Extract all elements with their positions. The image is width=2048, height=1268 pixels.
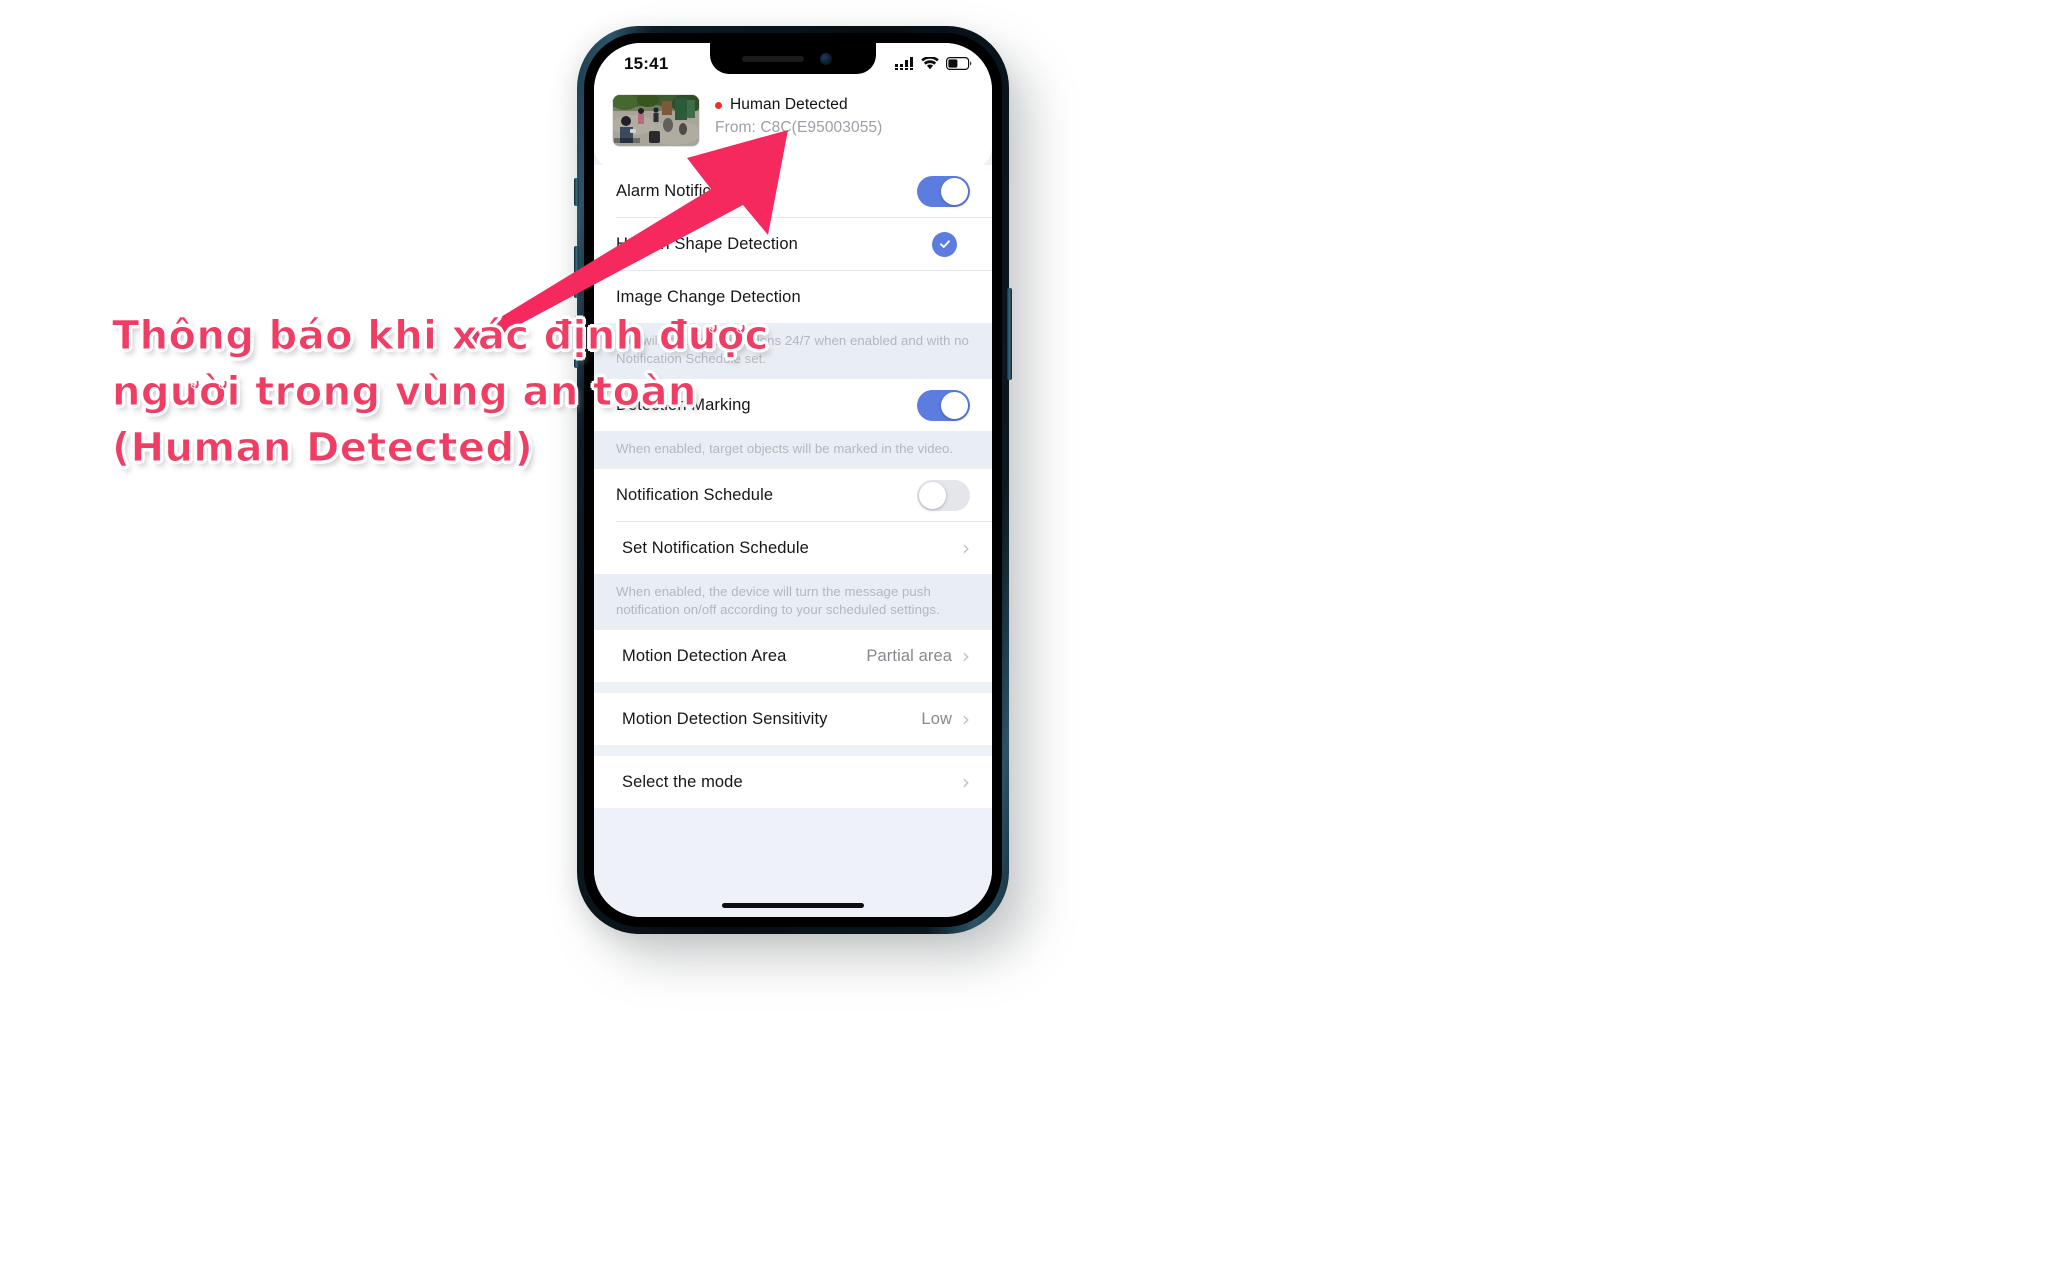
notification-status-dot <box>715 101 722 109</box>
annotation-callout: Thông báo khi xác định được người trong … <box>112 308 769 476</box>
detection-marking-toggle[interactable] <box>917 389 970 421</box>
settings-row-label: Motion Detection Sensitivity <box>622 709 828 728</box>
settings-row-label: Notification Schedule <box>616 485 774 504</box>
settings-group: Select the mode › <box>594 756 992 808</box>
settings-note-3: When enabled, the device will turn the m… <box>594 574 992 630</box>
checkmark-icon <box>939 240 950 248</box>
toggle-knob <box>941 391 968 419</box>
toggle-knob <box>919 481 946 509</box>
settings-row-human-shape-detection[interactable]: Human Shape Detection <box>594 218 992 270</box>
settings-list: Alarm Notification Human Shape Detection <box>594 165 992 917</box>
settings-group: Notification Schedule Set Notification S… <box>594 469 992 574</box>
snapshot-image <box>613 95 699 146</box>
settings-row-label: Motion Detection Area <box>622 646 787 665</box>
settings-group: Alarm Notification Human Shape Detection <box>594 165 992 323</box>
camera-snapshot-thumbnail[interactable] <box>613 95 699 146</box>
settings-row-label: Select the mode <box>622 772 743 791</box>
settings-row-motion-detection-area[interactable]: Motion Detection Area Partial area › <box>594 630 992 682</box>
settings-row-value: Low <box>921 709 952 728</box>
notification-banner[interactable]: Human Detected From: C8C(E95003055) <box>594 89 992 169</box>
notification-text: Human Detected From: C8C(E95003055) <box>715 93 882 137</box>
status-bar-clock: 15:41 <box>624 54 669 73</box>
notification-subtitle: From: C8C(E95003055) <box>715 119 883 136</box>
phone-notch <box>710 43 876 74</box>
phone-screen: 15:41 Human Detected From: C8C(E95003055… <box>594 43 992 917</box>
phone-bezel: 15:41 Human Detected From: C8C(E95003055… <box>584 33 1002 927</box>
settings-row-value: Partial area <box>866 646 952 665</box>
front-camera-icon <box>820 53 832 65</box>
settings-row-select-the-mode[interactable]: Select the mode › <box>594 756 992 808</box>
notification-schedule-toggle[interactable] <box>917 479 970 511</box>
volume-up-button[interactable] <box>574 246 579 298</box>
chevron-right-icon: › <box>962 644 970 668</box>
annotation-line-1: Thông báo khi xác định được <box>112 313 769 360</box>
settings-row-label: Set Notification Schedule <box>622 538 809 557</box>
phone-device: 15:41 Human Detected From: C8C(E95003055… <box>577 26 1009 934</box>
battery-icon <box>946 57 972 70</box>
chevron-right-icon: › <box>962 770 970 794</box>
human-shape-detection-checkbox[interactable] <box>932 231 957 257</box>
status-bar-icons <box>895 57 972 70</box>
group-gap <box>594 745 992 756</box>
settings-row-label: Image Change Detection <box>616 287 801 306</box>
wifi-icon <box>921 57 939 70</box>
home-indicator[interactable] <box>722 903 864 908</box>
earpiece-speaker-icon <box>742 56 804 62</box>
toggle-knob <box>941 177 968 205</box>
cellular-signal-icon <box>895 57 913 70</box>
settings-row-notification-schedule[interactable]: Notification Schedule <box>594 469 992 521</box>
settings-row-motion-detection-sensitivity[interactable]: Motion Detection Sensitivity Low › <box>594 693 992 745</box>
silent-switch-button[interactable] <box>574 178 579 206</box>
annotation-line-3: (Human Detected) <box>112 425 534 472</box>
annotation-line-2: người trong vùng an toàn <box>112 369 697 416</box>
power-button[interactable] <box>1007 288 1012 380</box>
settings-row-alarm-notification[interactable]: Alarm Notification <box>594 165 992 217</box>
group-gap <box>594 682 992 693</box>
settings-row-label: Alarm Notification <box>616 181 748 200</box>
notification-title: Human Detected <box>730 96 848 113</box>
alarm-notification-toggle[interactable] <box>917 175 970 207</box>
chevron-right-icon: › <box>962 536 970 560</box>
settings-group: Motion Detection Sensitivity Low › <box>594 693 992 745</box>
settings-row-set-notification-schedule[interactable]: Set Notification Schedule › <box>594 522 992 574</box>
chevron-right-icon: › <box>962 707 970 731</box>
settings-row-label: Human Shape Detection <box>616 234 798 253</box>
settings-group: Motion Detection Area Partial area › <box>594 630 992 682</box>
